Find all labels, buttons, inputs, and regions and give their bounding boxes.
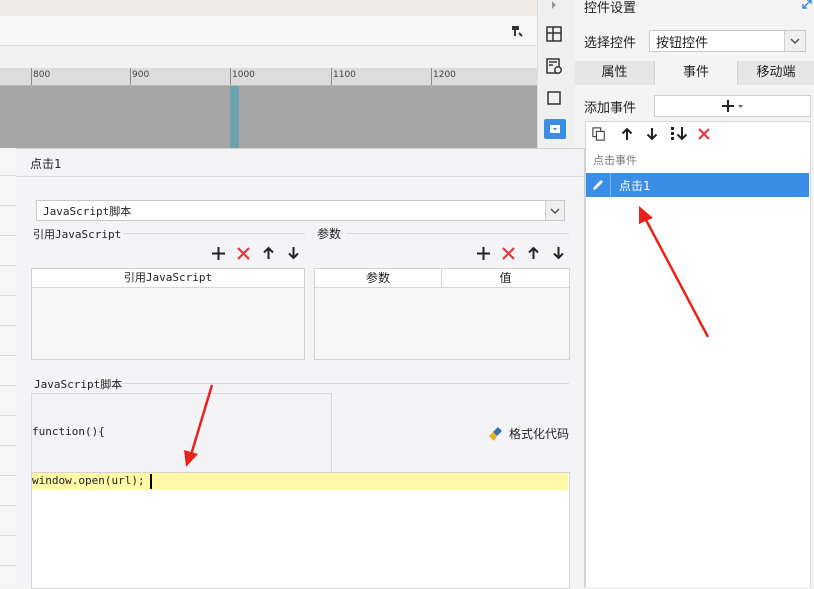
annotation-arrows — [184, 206, 710, 467]
annotation-arrow-code — [189, 384, 214, 456]
annotation-arrowhead-code — [184, 450, 198, 467]
annotation-arrow-event — [643, 217, 710, 338]
